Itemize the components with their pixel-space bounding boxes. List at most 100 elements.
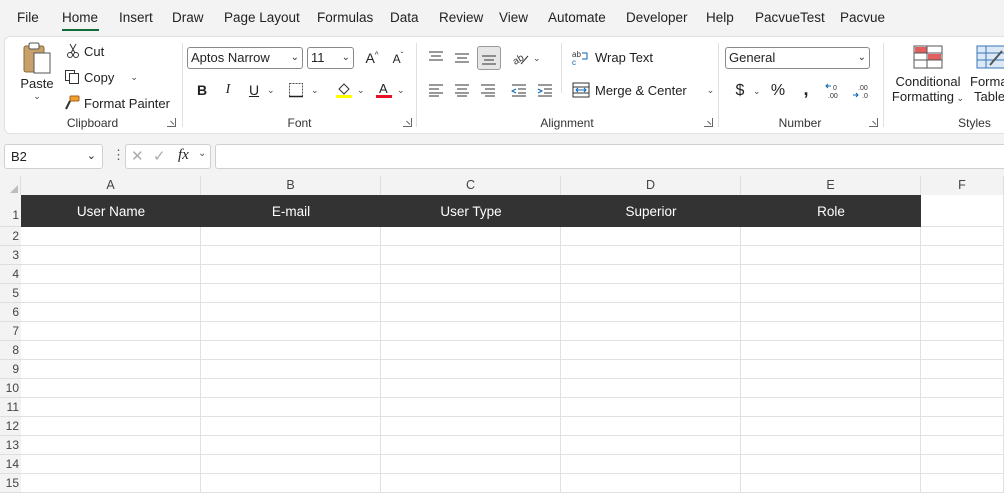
- menu-formulas[interactable]: Formulas: [317, 10, 373, 25]
- cell-e12[interactable]: [741, 417, 921, 436]
- menu-developer[interactable]: Developer: [626, 10, 688, 25]
- increase-indent-button[interactable]: [534, 79, 556, 101]
- cell-c3[interactable]: [381, 246, 561, 265]
- menu-insert[interactable]: Insert: [119, 10, 153, 25]
- cell-b12[interactable]: [201, 417, 381, 436]
- cell-a2[interactable]: [21, 227, 201, 246]
- cell-d10[interactable]: [561, 379, 741, 398]
- column-header-b[interactable]: B: [201, 176, 381, 195]
- cell-c13[interactable]: [381, 436, 561, 455]
- cell-f1[interactable]: [921, 195, 1004, 227]
- menu-review[interactable]: Review: [439, 10, 483, 25]
- cell-d15[interactable]: [561, 474, 741, 493]
- cell-b8[interactable]: [201, 341, 381, 360]
- cell-d2[interactable]: [561, 227, 741, 246]
- menu-draw[interactable]: Draw: [172, 10, 204, 25]
- cell-f3[interactable]: [921, 246, 1004, 265]
- cell-c14[interactable]: [381, 455, 561, 474]
- cell-e6[interactable]: [741, 303, 921, 322]
- header-cell-e1[interactable]: Role: [741, 195, 921, 227]
- cell-c2[interactable]: [381, 227, 561, 246]
- cell-a11[interactable]: [21, 398, 201, 417]
- cell-b2[interactable]: [201, 227, 381, 246]
- cell-b11[interactable]: [201, 398, 381, 417]
- cell-e15[interactable]: [741, 474, 921, 493]
- increase-font-size-button[interactable]: A^: [361, 47, 383, 69]
- cell-c15[interactable]: [381, 474, 561, 493]
- cell-a6[interactable]: [21, 303, 201, 322]
- menu-home[interactable]: Home: [62, 10, 98, 25]
- fill-color-button[interactable]: [333, 79, 355, 101]
- cell-a10[interactable]: [21, 379, 201, 398]
- cell-b5[interactable]: [201, 284, 381, 303]
- cell-c5[interactable]: [381, 284, 561, 303]
- cell-a9[interactable]: [21, 360, 201, 379]
- cell-d9[interactable]: [561, 360, 741, 379]
- cell-d4[interactable]: [561, 265, 741, 284]
- middle-align-button[interactable]: [451, 47, 473, 69]
- cell-e2[interactable]: [741, 227, 921, 246]
- decrease-decimal-button[interactable]: .00.0: [850, 80, 876, 102]
- cell-f4[interactable]: [921, 265, 1004, 284]
- cell-e7[interactable]: [741, 322, 921, 341]
- font-color-button[interactable]: A: [373, 79, 395, 101]
- comma-style-button[interactable]: ,: [795, 78, 817, 100]
- cell-e10[interactable]: [741, 379, 921, 398]
- cell-b10[interactable]: [201, 379, 381, 398]
- cell-f10[interactable]: [921, 379, 1004, 398]
- font-size-select[interactable]: 11 ⌄: [307, 47, 354, 69]
- row-header-12[interactable]: 12: [0, 417, 21, 436]
- cell-d8[interactable]: [561, 341, 741, 360]
- row-header-11[interactable]: 11: [0, 398, 21, 417]
- cell-e5[interactable]: [741, 284, 921, 303]
- cell-b7[interactable]: [201, 322, 381, 341]
- cell-e4[interactable]: [741, 265, 921, 284]
- formula-input[interactable]: [215, 144, 1004, 169]
- align-center-button[interactable]: [451, 79, 473, 101]
- cell-c8[interactable]: [381, 341, 561, 360]
- cancel-icon[interactable]: ✕: [131, 147, 144, 165]
- cell-f8[interactable]: [921, 341, 1004, 360]
- clipboard-launcher-icon[interactable]: [167, 118, 176, 127]
- top-align-button[interactable]: [425, 47, 447, 69]
- borders-button[interactable]: [285, 79, 307, 101]
- cell-c9[interactable]: [381, 360, 561, 379]
- underline-button[interactable]: U: [243, 79, 265, 101]
- cell-f12[interactable]: [921, 417, 1004, 436]
- cell-a13[interactable]: [21, 436, 201, 455]
- cell-c11[interactable]: [381, 398, 561, 417]
- cell-d6[interactable]: [561, 303, 741, 322]
- format-as-table-button[interactable]: Format Table: [968, 45, 1004, 104]
- fill-color-chevron-icon[interactable]: ⌄: [357, 85, 365, 96]
- column-header-f[interactable]: F: [921, 176, 1004, 195]
- copy-chevron-icon[interactable]: ⌄: [130, 72, 138, 83]
- font-family-select[interactable]: Aptos Narrow ⌄: [187, 47, 303, 69]
- cell-a14[interactable]: [21, 455, 201, 474]
- menu-pacvuetest[interactable]: PacvueTest: [755, 10, 825, 25]
- cell-a5[interactable]: [21, 284, 201, 303]
- header-cell-d1[interactable]: Superior: [561, 195, 741, 227]
- header-cell-c1[interactable]: User Type: [381, 195, 561, 227]
- bottom-align-button[interactable]: [477, 46, 501, 70]
- cell-f2[interactable]: [921, 227, 1004, 246]
- cell-a7[interactable]: [21, 322, 201, 341]
- paste-chevron-icon[interactable]: ⌄: [33, 91, 41, 102]
- cell-b9[interactable]: [201, 360, 381, 379]
- row-header-10[interactable]: 10: [0, 379, 21, 398]
- row-header-2[interactable]: 2: [0, 227, 21, 246]
- cell-f13[interactable]: [921, 436, 1004, 455]
- header-cell-b1[interactable]: E-mail: [201, 195, 381, 227]
- underline-chevron-icon[interactable]: ⌄: [267, 85, 275, 96]
- cell-e9[interactable]: [741, 360, 921, 379]
- orientation-button[interactable]: ab: [509, 47, 531, 69]
- row-header-4[interactable]: 4: [0, 265, 21, 284]
- cell-a4[interactable]: [21, 265, 201, 284]
- column-header-a[interactable]: A: [21, 176, 201, 195]
- chevron-down-icon[interactable]: ⌄: [198, 148, 206, 159]
- cell-f14[interactable]: [921, 455, 1004, 474]
- cell-e3[interactable]: [741, 246, 921, 265]
- percent-button[interactable]: %: [767, 80, 789, 102]
- wrap-text-button[interactable]: ab c Wrap Text: [572, 49, 653, 66]
- borders-chevron-icon[interactable]: ⌄: [311, 85, 319, 96]
- cell-b3[interactable]: [201, 246, 381, 265]
